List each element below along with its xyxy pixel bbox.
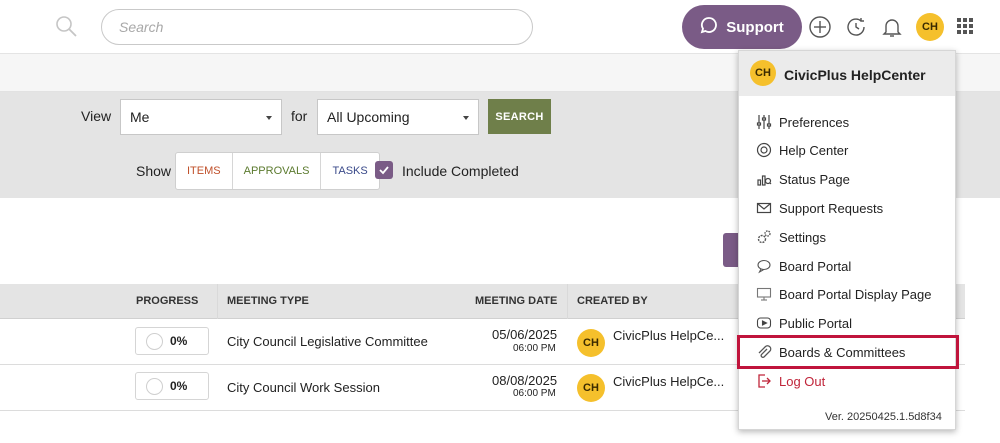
creator-avatar: CH — [577, 329, 605, 357]
menu-item-board-portal-display-page[interactable]: Board Portal Display Page — [755, 283, 945, 305]
menu-item-preferences[interactable]: Preferences — [755, 111, 945, 133]
for-select[interactable]: All Upcoming — [317, 99, 479, 135]
support-button[interactable]: Support — [682, 5, 802, 49]
header-progress[interactable]: PROGRESS — [136, 295, 198, 307]
check-icon — [379, 166, 389, 175]
meeting-type[interactable]: City Council Legislative Committee — [227, 334, 428, 349]
search-button[interactable]: SEARCH — [488, 99, 551, 134]
meeting-date: 05/06/2025 — [492, 327, 558, 342]
chat-bubble-icon — [755, 258, 772, 275]
search-field[interactable] — [101, 9, 533, 45]
caret-down-icon — [266, 116, 272, 120]
menu-item-status-page[interactable]: Status Page — [755, 168, 945, 190]
segment-approvals[interactable]: APPROVALS — [233, 153, 322, 189]
monitor-icon — [755, 286, 772, 303]
support-label: Support — [726, 18, 784, 36]
segment-items[interactable]: ITEMS — [176, 153, 233, 189]
creator-name: CivicPlus HelpCe... — [613, 374, 725, 389]
progress-ring-icon — [146, 378, 163, 395]
header-meeting-date[interactable]: MEETING DATE — [475, 295, 557, 307]
chat-bubble-icon — [700, 16, 718, 38]
version-text: Ver. 20250425.1.5d8f34 — [825, 411, 942, 423]
user-avatar[interactable]: CH — [916, 13, 944, 41]
meeting-time: 06:00 PM — [513, 343, 556, 354]
header-meeting-type[interactable]: MEETING TYPE — [227, 295, 309, 307]
progress-indicator: 0% — [135, 327, 209, 355]
menu-item-help-center[interactable]: Help Center — [755, 139, 945, 161]
lifebuoy-icon — [755, 142, 772, 159]
menu-item-board-portal[interactable]: Board Portal — [755, 255, 945, 277]
progress-ring-icon — [146, 333, 163, 350]
for-label: for — [291, 108, 308, 124]
search-input[interactable] — [102, 10, 532, 44]
bell-icon[interactable] — [880, 15, 904, 39]
search-icon[interactable] — [54, 14, 78, 38]
meeting-time: 06:00 PM — [513, 388, 556, 399]
caret-down-icon — [463, 116, 469, 120]
menu-user-name: CivicPlus HelpCenter — [784, 67, 926, 83]
menu-header: CH CivicPlus HelpCenter — [739, 51, 955, 96]
history-clock-icon[interactable] — [844, 15, 868, 39]
highlight-box — [737, 335, 959, 369]
envelope-icon — [755, 200, 772, 217]
play-screen-icon — [755, 315, 772, 332]
gears-icon — [755, 229, 772, 246]
show-segment-group: ITEMS APPROVALS TASKS — [175, 152, 380, 190]
menu-item-support-requests[interactable]: Support Requests — [755, 197, 945, 219]
view-select[interactable]: Me — [120, 99, 282, 135]
add-circle-icon[interactable] — [808, 15, 832, 39]
segment-tasks[interactable]: TASKS — [321, 153, 378, 189]
include-completed-label: Include Completed — [402, 163, 519, 179]
creator-name: CivicPlus HelpCe... — [613, 328, 725, 343]
status-chart-icon — [755, 171, 772, 188]
logout-icon — [755, 373, 772, 390]
progress-indicator: 0% — [135, 372, 209, 400]
meeting-date: 08/08/2025 — [492, 373, 558, 388]
view-label: View — [81, 108, 112, 124]
menu-item-log-out[interactable]: Log Out — [755, 370, 945, 392]
sliders-icon — [755, 114, 772, 131]
show-label: Show — [136, 163, 172, 179]
user-menu: CH CivicPlus HelpCenter Preferences Help… — [738, 50, 956, 430]
creator-avatar: CH — [577, 374, 605, 402]
menu-item-settings[interactable]: Settings — [755, 226, 945, 248]
header-created-by[interactable]: CREATED BY — [577, 295, 648, 307]
include-completed-checkbox[interactable] — [375, 161, 393, 179]
menu-avatar: CH — [750, 60, 776, 86]
top-bar: Support CH — [0, 0, 1000, 54]
app-grid-icon[interactable] — [954, 15, 978, 39]
menu-item-public-portal[interactable]: Public Portal — [755, 312, 945, 334]
meeting-type[interactable]: City Council Work Session — [227, 380, 380, 395]
